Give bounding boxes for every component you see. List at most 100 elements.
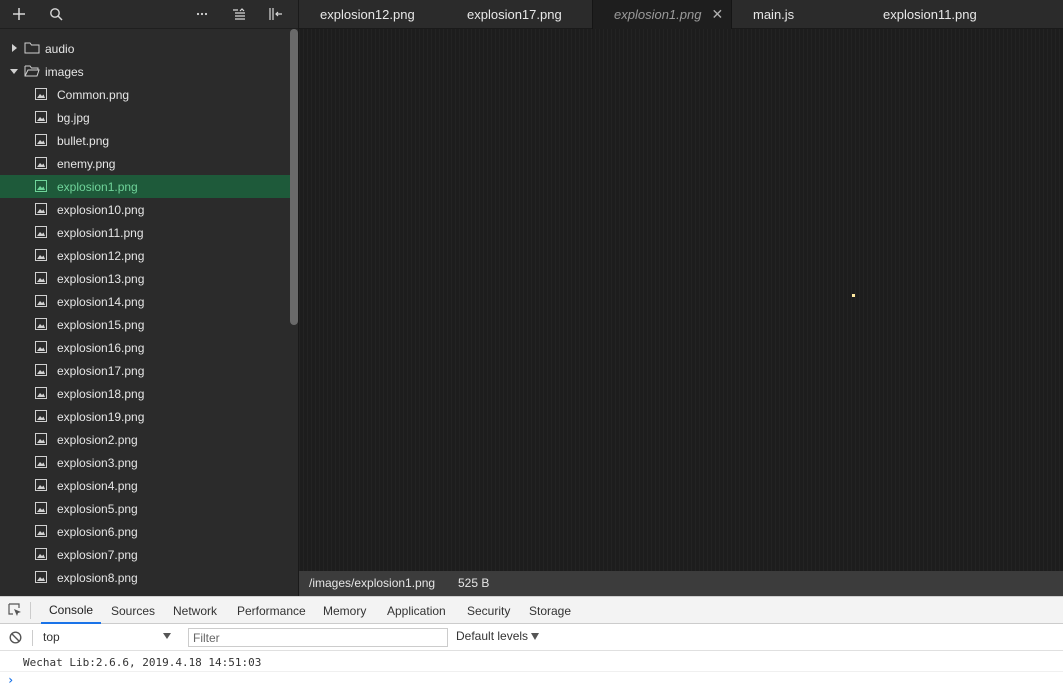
tab-memory[interactable]: Memory [315,597,374,624]
tab-network[interactable]: Network [165,597,225,624]
file-item[interactable]: explosion6.png [0,520,290,543]
file-item[interactable]: explosion15.png [0,313,290,336]
file-label: Common.png [57,88,130,102]
file-label: explosion16.png [57,341,145,355]
devtools-panel: Console Sources Network Performance Memo… [0,596,1063,692]
file-item[interactable]: explosion5.png [0,497,290,520]
image-file-icon [35,88,47,100]
image-file-icon [35,226,47,238]
file-item[interactable]: explosion11.png [0,221,290,244]
ide-window: audio images Common.png bg.jpg bullet.png e… [0,0,1063,692]
context-selector[interactable]: top [40,627,176,647]
log-levels-dropdown[interactable]: Default levels [456,629,528,643]
image-file-icon [35,479,47,491]
file-label: explosion3.png [57,456,138,470]
image-file-icon [35,525,47,537]
file-item[interactable]: Common.png [0,83,290,106]
tab-main-js[interactable]: main.js [753,0,794,29]
file-label: explosion8.png [57,571,138,585]
status-bar: /images/explosion1.png 525 B [299,571,1063,596]
divider [32,630,33,646]
file-item[interactable]: explosion1.png [0,175,290,198]
tab-explosion1[interactable]: explosion1.png ✕ [592,0,732,29]
console-message: Wechat Lib:2.6.6, 2019.4.18 14:51:03 [0,652,1063,672]
folder-images[interactable]: images [0,60,290,83]
file-label: explosion5.png [57,502,138,516]
file-item[interactable]: explosion4.png [0,474,290,497]
close-icon[interactable]: ✕ [711,6,723,23]
tab-application[interactable]: Application [379,597,454,624]
dropdown-arrow-icon[interactable] [531,633,539,640]
image-file-icon [35,387,47,399]
chevron-right-icon [12,44,17,52]
tab-label: Application [387,603,446,618]
image-file-icon [35,410,47,422]
folder-icon [24,42,40,54]
tab-label: explosion12.png [320,7,415,22]
tab-explosion17[interactable]: explosion17.png [467,0,562,29]
file-label: bullet.png [57,134,110,148]
tab-security[interactable]: Security [459,597,518,624]
file-item[interactable]: bullet.png [0,129,290,152]
console-toolbar: top Default levels [0,624,1063,651]
file-item[interactable]: explosion18.png [0,382,290,405]
tab-explosion11[interactable]: explosion11.png [883,0,977,29]
filter-input[interactable] [188,628,448,647]
tab-console[interactable]: Console [41,597,102,624]
file-item[interactable]: explosion3.png [0,451,290,474]
file-explorer: audio images Common.png bg.jpg bullet.png e… [0,0,299,596]
ellipsis-icon[interactable] [191,4,213,24]
file-item[interactable]: explosion14.png [0,290,290,313]
file-label: bg.jpg [57,111,90,125]
file-item[interactable]: bg.jpg [0,106,290,129]
clear-console-icon[interactable] [9,631,22,644]
tab-storage[interactable]: Storage [521,597,579,624]
image-file-icon [35,502,47,514]
file-item[interactable]: explosion8.png [0,566,290,589]
plus-icon[interactable] [8,4,30,24]
image-file-icon [35,295,47,307]
tab-label: explosion11.png [883,7,977,22]
image-file-icon [35,548,47,560]
file-label: explosion13.png [57,272,145,286]
tab-label: explosion1.png [614,7,702,22]
file-item[interactable]: explosion10.png [0,198,290,221]
tab-label: Security [467,603,511,618]
editor-tab-bar: explosion12.png explosion17.png explosio… [299,0,1063,29]
file-label: explosion19.png [57,410,145,424]
image-file-icon [35,571,47,583]
file-item[interactable]: explosion17.png [0,359,290,382]
tab-performance[interactable]: Performance [229,597,314,624]
search-icon[interactable] [45,4,67,24]
file-label: explosion10.png [57,203,145,217]
file-item[interactable]: explosion7.png [0,543,290,566]
file-item[interactable]: explosion12.png [0,244,290,267]
file-item[interactable]: explosion2.png [0,428,290,451]
sidebar-scrollbar[interactable] [290,29,298,325]
folder-label: images [45,65,84,79]
dropdown-arrow-icon[interactable] [163,633,171,639]
image-file-icon [35,318,47,330]
file-item[interactable]: explosion13.png [0,267,290,290]
image-file-icon [35,180,47,192]
file-item[interactable]: explosion19.png [0,405,290,428]
file-item[interactable]: enemy.png [0,152,290,175]
collapse-tree-icon[interactable] [228,4,250,24]
tab-label: Sources [111,603,156,618]
image-file-icon [35,203,47,215]
console-prompt[interactable]: › [7,673,14,687]
explorer-toolbar [0,0,298,29]
file-label: explosion14.png [57,295,145,309]
file-item[interactable]: explosion16.png [0,336,290,359]
image-file-icon [35,111,47,123]
file-path: /images/explosion1.png [309,576,436,590]
folder-audio[interactable]: audio [0,37,290,60]
inspect-element-icon[interactable] [8,603,23,618]
image-file-icon [35,134,47,146]
panel-toggle-icon[interactable] [265,4,287,24]
tab-explosion12[interactable]: explosion12.png [320,0,415,29]
tab-sources[interactable]: Sources [103,597,163,624]
file-tree: audio images Common.png bg.jpg bullet.png e… [0,37,290,589]
image-file-icon [35,157,47,169]
preview-image [852,294,855,297]
